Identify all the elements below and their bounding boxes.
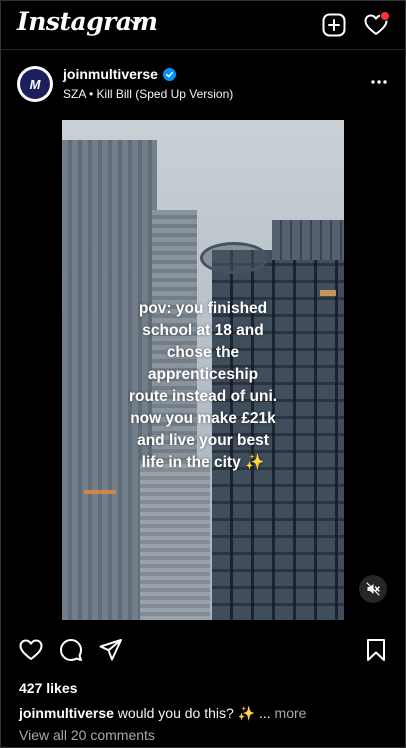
post-header: M joinmultiverse SZA • Kill Bill (Sped U… xyxy=(1,60,405,110)
caption-text: would you do this? ✨ ... xyxy=(113,705,275,721)
video-text-overlay: pov: you finished school at 18 and chose… xyxy=(128,300,278,471)
bookmark-icon xyxy=(367,639,385,661)
caption-username[interactable]: joinmultiverse xyxy=(19,705,114,721)
like-button[interactable] xyxy=(18,637,44,663)
speaker-muted-icon xyxy=(366,582,380,596)
video-player[interactable]: pov: you finished school at 18 and chose… xyxy=(62,120,344,620)
post-caption: joinmultiverse would you do this? ✨ ... … xyxy=(19,705,306,722)
building-middle xyxy=(140,460,210,620)
verified-badge-icon xyxy=(162,67,176,81)
likes-count[interactable]: 427 likes xyxy=(19,680,77,696)
avatar[interactable]: M xyxy=(17,66,53,102)
more-options-button[interactable] xyxy=(369,72,389,92)
post-media[interactable]: pov: you finished school at 18 and chose… xyxy=(1,120,405,620)
comment-icon xyxy=(60,639,82,661)
send-icon xyxy=(99,639,122,661)
view-comments-link[interactable]: View all 20 comments xyxy=(19,727,155,743)
building-rotunda xyxy=(200,242,268,274)
top-bar: Instagram xyxy=(1,1,405,50)
caption-more-link[interactable]: more xyxy=(275,705,307,721)
mute-toggle-button[interactable] xyxy=(359,575,387,603)
save-button[interactable] xyxy=(363,637,389,663)
more-horizontal-icon xyxy=(371,80,387,84)
window-light xyxy=(84,490,116,494)
comment-button[interactable] xyxy=(58,637,84,663)
chevron-down-icon[interactable] xyxy=(129,15,143,29)
notification-dot xyxy=(380,11,390,21)
building-right-top xyxy=(272,220,344,260)
new-post-button[interactable] xyxy=(321,12,347,38)
share-button[interactable] xyxy=(98,637,124,663)
window-light xyxy=(320,290,336,296)
audio-track-link[interactable]: SZA • Kill Bill (Sped Up Version) xyxy=(63,87,233,101)
heart-icon xyxy=(19,639,43,660)
plus-square-icon xyxy=(322,13,346,37)
post-actions xyxy=(1,633,405,667)
activity-button[interactable] xyxy=(363,11,390,38)
post-username[interactable]: joinmultiverse xyxy=(63,66,158,82)
avatar-logo: M xyxy=(20,69,50,99)
